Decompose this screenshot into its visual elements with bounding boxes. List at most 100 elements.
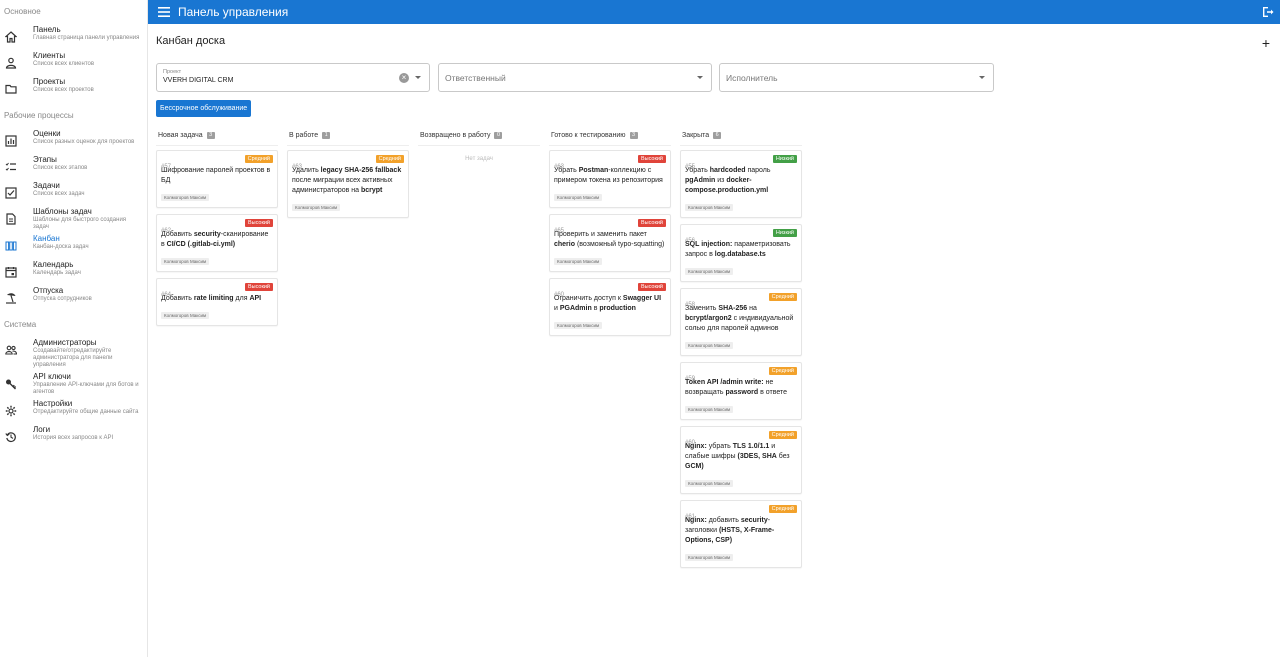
kanban-column: Возвращено в работу 0 Нет задач: [418, 130, 540, 168]
column-count-badge: 1: [322, 131, 331, 139]
dropdown-arrow-icon[interactable]: [415, 76, 421, 79]
sidebar-item-text: Канбан Канбан-доска задач: [33, 234, 141, 251]
task-card[interactable]: #58 Средний Заменить SHA-256 на bcrypt/arg…: [680, 288, 802, 356]
assignee-chip: Колмогоров Максим: [685, 480, 734, 487]
key-icon: [5, 378, 17, 390]
sidebar-item-label: API ключи: [33, 372, 71, 381]
task-title: Token API /admin write: не возвращать pa…: [685, 379, 788, 396]
calendar-icon: [5, 266, 17, 278]
project-select[interactable]: Проект VVERH DIGITAL CRM ×: [156, 63, 430, 92]
assignee-chip: Колмогоров Максим: [161, 258, 210, 265]
assignee-chip: Колмогоров Максим: [685, 342, 734, 349]
task-number: #57: [161, 164, 172, 170]
history-icon: [5, 431, 17, 443]
task-card[interactable]: #64 Высокий Добавить rate limiting для API…: [156, 278, 278, 326]
task-card[interactable]: #62 Высокий Добавить security-сканирование…: [156, 214, 278, 272]
folder-icon: [5, 83, 17, 95]
task-number: #63: [554, 164, 565, 170]
add-icon[interactable]: +: [1262, 36, 1270, 50]
priority-badge: Средний: [244, 155, 273, 163]
column-header: Возвращено в работу 0: [420, 130, 540, 140]
task-number: #55: [685, 164, 696, 170]
sidebar-item-description: Создавайте/отредактируйте администратора…: [33, 348, 113, 368]
column-count-badge: 3: [206, 131, 215, 139]
task-title: Шифрование паролей проектов в БД: [161, 167, 271, 184]
sidebar-item-description: Шаблоны для быстрого создания задач: [33, 217, 127, 230]
sidebar-item[interactable]: Настройки Отредактируйте общие данные сай…: [0, 396, 147, 422]
task-card[interactable]: #61 Средний Nginx: добавить security-загол…: [680, 500, 802, 568]
sidebar-item[interactable]: Оценки Список разных оценок для проектов: [0, 126, 147, 152]
app-bar: Панель управления: [148, 0, 1280, 24]
beach-icon: [5, 292, 17, 304]
sidebar-item-text: Панель Главная страница панели управления: [33, 25, 141, 42]
task-title: Добавить rate limiting для API: [161, 295, 262, 302]
task-card[interactable]: #65 Высокий Проверить и заменить пакет che…: [549, 214, 671, 272]
dropdown-arrow-icon[interactable]: [979, 76, 985, 79]
column-header: В работе 1: [289, 130, 409, 140]
priority-badge: Высокий: [637, 283, 666, 291]
task-title: Nginx: убрать TLS 1.0/1.1 и слабые шифры…: [685, 443, 790, 470]
sidebar-item-label: Настройки: [33, 399, 73, 408]
task-card[interactable]: #57 Средний Шифрование паролей проектов в …: [156, 150, 278, 208]
menu-icon[interactable]: [158, 7, 170, 17]
assignee-chip: Колмогоров Максим: [685, 406, 734, 413]
task-number: #60: [554, 292, 565, 298]
task-card[interactable]: #63 Средний Удалить legacy SHA-256 fallbac…: [287, 150, 409, 218]
task-number: #62: [161, 228, 172, 234]
service-button[interactable]: Бессрочное обслуживание: [156, 100, 252, 117]
sidebar-item-text: Проекты Список всех проектов: [33, 77, 141, 94]
home-icon: [5, 31, 17, 43]
priority-badge: Низкий: [772, 155, 797, 163]
task-card[interactable]: #59 Средний Token API /admin write: не воз…: [680, 362, 802, 420]
column-body: #55 Низкий Убрать hardcoded пароль pgAdmin…: [680, 145, 802, 568]
priority-badge: Средний: [375, 155, 404, 163]
task-card[interactable]: #55 Низкий Убрать hardcoded пароль pgAdmin…: [680, 150, 802, 218]
app-title: Панель управления: [178, 5, 289, 19]
sidebar-item-description: Список всех проектов: [33, 87, 94, 93]
sidebar-item-label: Задачи: [33, 181, 60, 190]
sidebar-item[interactable]: API ключи Управление API-ключами для бото…: [0, 369, 147, 396]
sidebar-item[interactable]: Этапы Список всех этапов: [0, 152, 147, 178]
task-card[interactable]: #63 Высокий Убрать Postman-коллекцию с при…: [549, 150, 671, 208]
sidebar-item[interactable]: Задачи Список всех задач: [0, 178, 147, 204]
task-number: #61: [685, 514, 696, 520]
task-card[interactable]: #60 Средний Nginx: убрать TLS 1.0/1.1 и сл…: [680, 426, 802, 494]
assignee-chip: Колмогоров Максим: [161, 194, 210, 201]
document-icon: [5, 213, 17, 225]
sidebar-item[interactable]: Клиенты Список всех клиентов: [0, 48, 147, 74]
sidebar-item-description: Канбан-доска задач: [33, 244, 89, 250]
sidebar-item-description: Календарь задач: [33, 270, 81, 276]
sidebar-item-text: Этапы Список всех этапов: [33, 155, 141, 172]
sidebar-item[interactable]: Проекты Список всех проектов: [0, 74, 147, 100]
priority-badge: Низкий: [772, 229, 797, 237]
sidebar-item[interactable]: Панель Главная страница панели управления: [0, 22, 147, 48]
sidebar-item-text: Администраторы Создавайте/отредактируйте …: [33, 338, 141, 369]
dropdown-arrow-icon[interactable]: [697, 76, 703, 79]
responsible-select[interactable]: Ответственный: [438, 63, 712, 92]
priority-badge: Средний: [768, 505, 797, 513]
logout-icon[interactable]: [1262, 6, 1274, 18]
task-card[interactable]: #60 Высокий Ограничить доступ к Swagger UI…: [549, 278, 671, 336]
sidebar-item-label: Этапы: [33, 155, 57, 164]
executor-select[interactable]: Исполнитель: [719, 63, 994, 92]
checklist-icon: [5, 161, 17, 173]
sidebar-section-title: Рабочие процессы: [4, 111, 74, 120]
assignee-chip: Колмогоров Максим: [554, 194, 603, 201]
gear-icon: [5, 405, 17, 417]
sidebar-item-description: Отредактируйте общие данные сайта: [33, 409, 139, 415]
sidebar-item-text: Задачи Список всех задач: [33, 181, 141, 198]
sidebar-item[interactable]: Календарь Календарь задач: [0, 257, 147, 283]
clear-icon[interactable]: ×: [399, 73, 409, 83]
kanban-column: В работе 1 #63 Средний Удалить legacy SHA-25…: [287, 130, 409, 224]
project-select-label: Проект: [163, 69, 182, 75]
sidebar-item-label: Проекты: [33, 77, 66, 86]
sidebar-item[interactable]: Шаблоны задач Шаблоны для быстрого создан…: [0, 204, 147, 231]
sidebar-item[interactable]: Логи История всех запросов к API: [0, 422, 147, 448]
task-number: #59: [685, 376, 696, 382]
sidebar-item[interactable]: Канбан Канбан-доска задач: [0, 231, 147, 257]
assignee-chip: Колмогоров Максим: [554, 258, 603, 265]
task-card[interactable]: #56 Низкий SQL injection: параметризовать …: [680, 224, 802, 282]
sidebar-item[interactable]: Отпуска Отпуска сотрудников: [0, 283, 147, 309]
assignee-chip: Колмогоров Максим: [161, 312, 210, 319]
sidebar-item[interactable]: Администраторы Создавайте/отредактируйте …: [0, 335, 147, 369]
